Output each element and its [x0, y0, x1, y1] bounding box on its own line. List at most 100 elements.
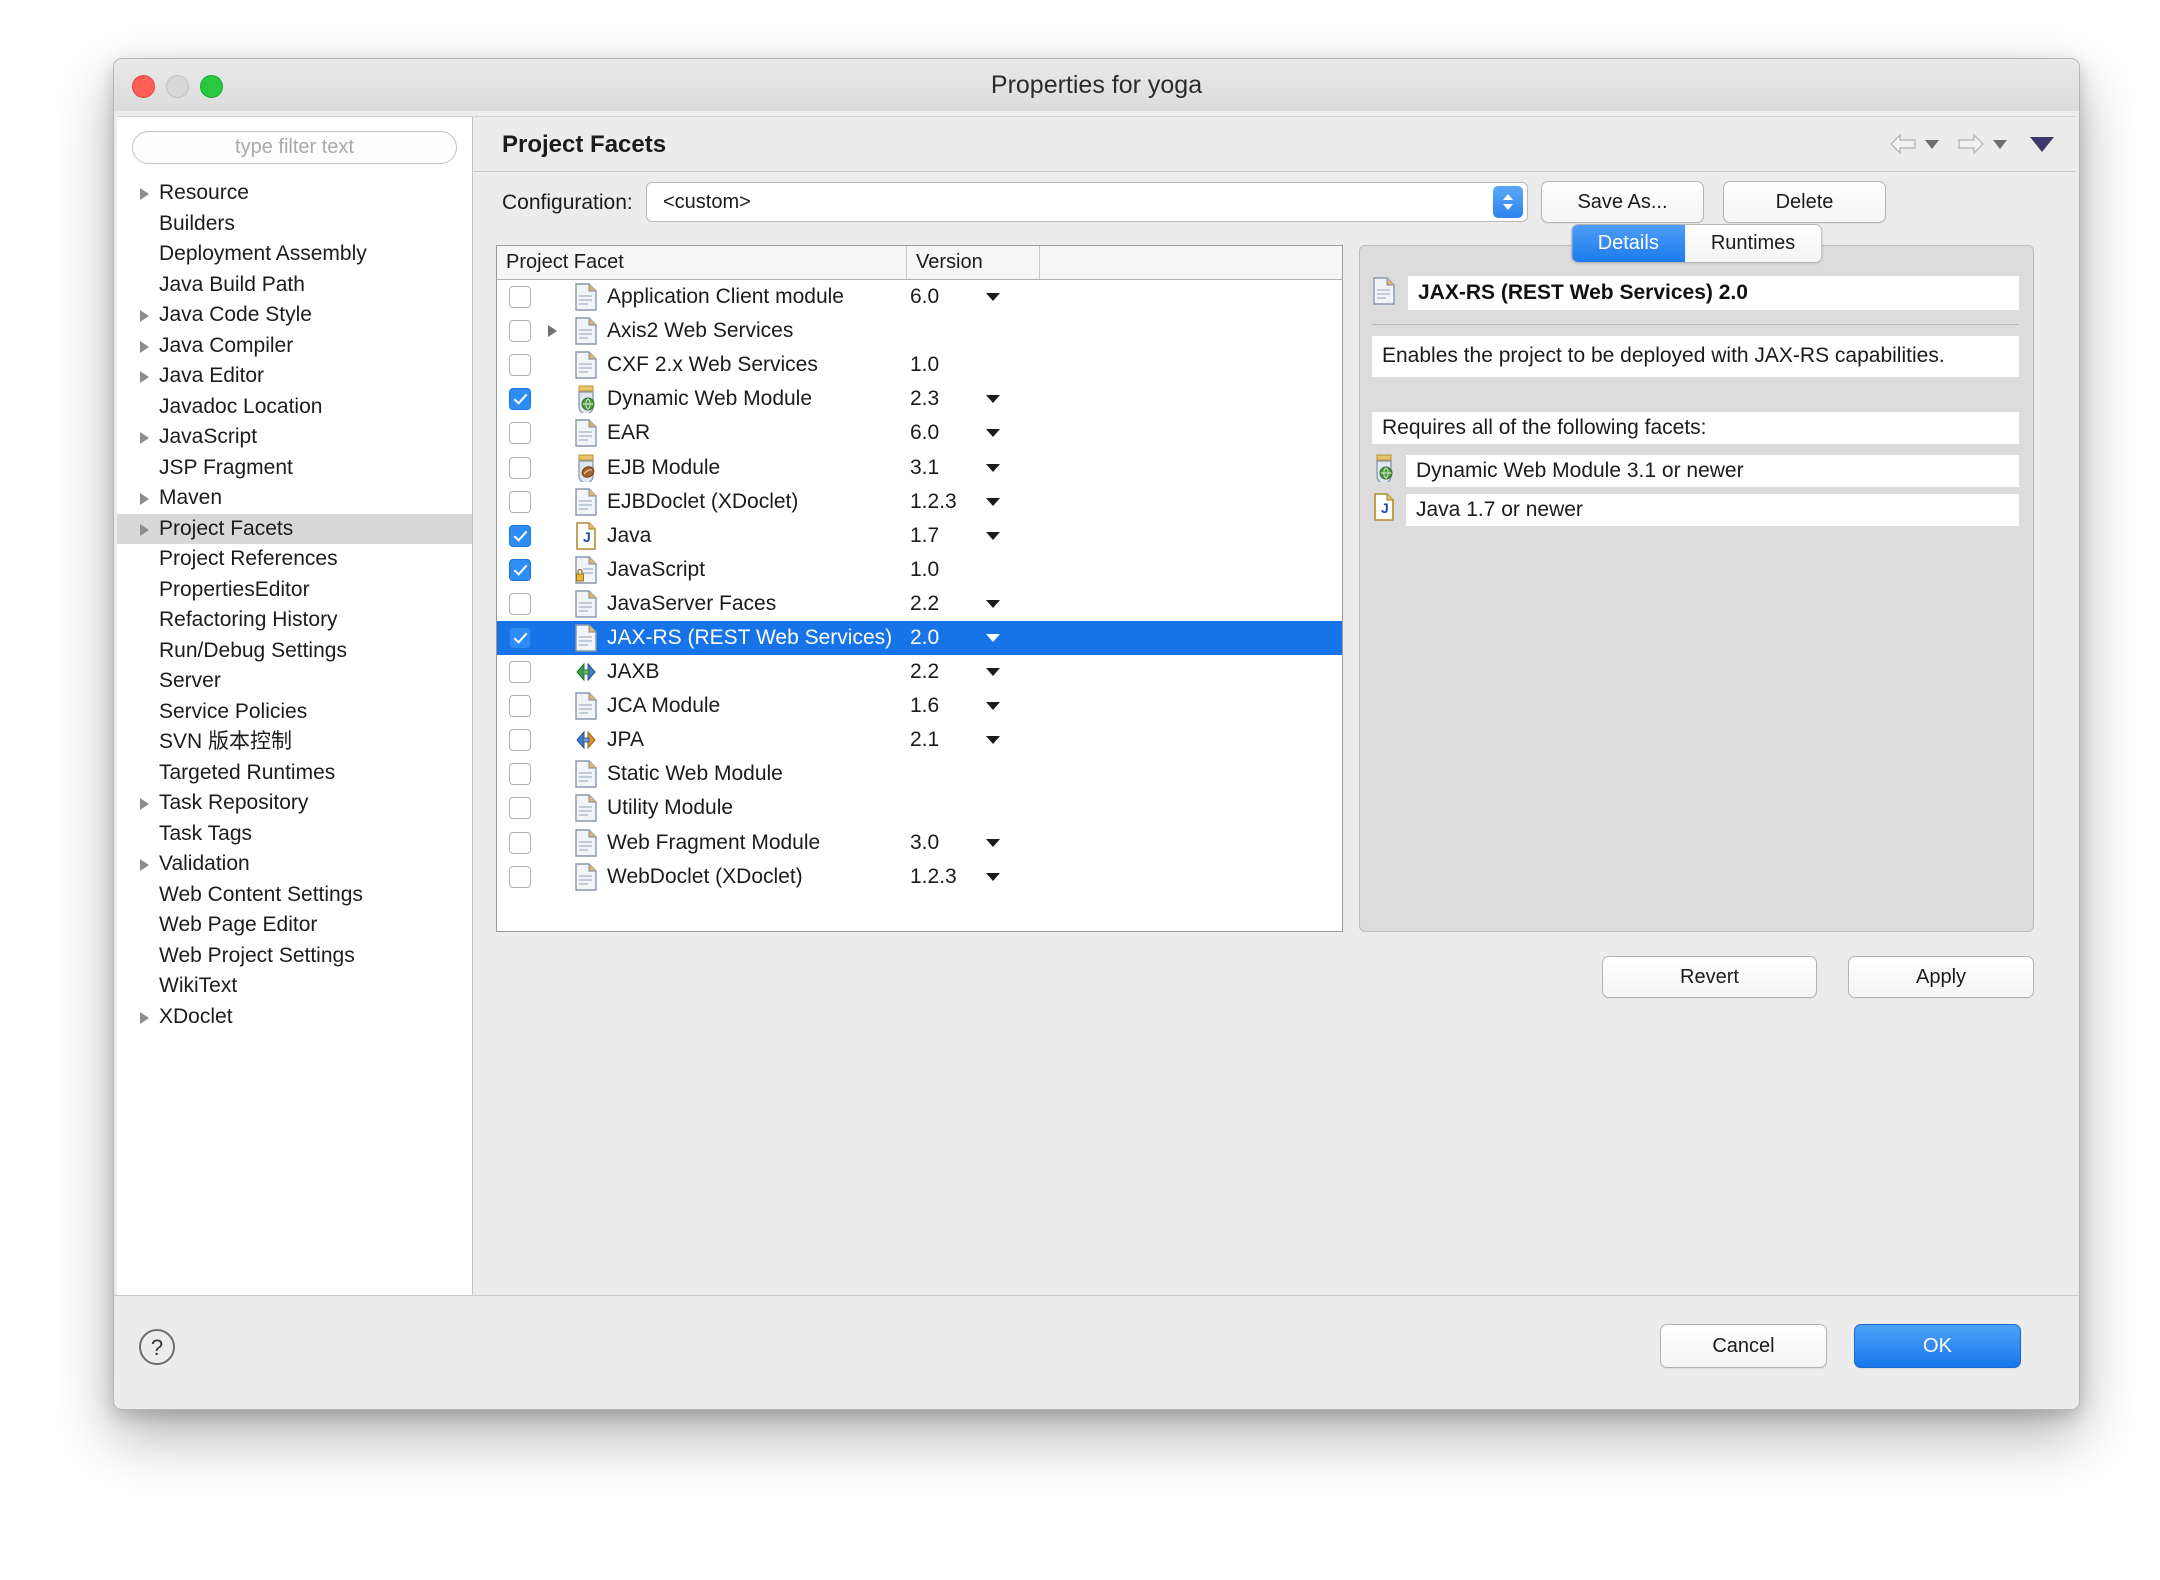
- disclosure-triangle-icon[interactable]: [140, 432, 149, 445]
- version-dropdown-caret-icon[interactable]: [986, 736, 1000, 745]
- version-dropdown-caret-icon[interactable]: [986, 633, 1000, 642]
- disclosure-triangle-icon[interactable]: [140, 493, 149, 506]
- disclosure-triangle-icon[interactable]: [140, 188, 149, 201]
- facet-checkbox[interactable]: [509, 865, 531, 888]
- back-arrow-icon[interactable]: [1888, 132, 1918, 156]
- sidebar-item-task-tags[interactable]: Task Tags: [117, 819, 472, 850]
- disclosure-triangle-icon[interactable]: [541, 325, 563, 338]
- column-header-version[interactable]: Version: [907, 246, 1040, 279]
- facet-checkbox[interactable]: [509, 524, 531, 547]
- version-dropdown-caret-icon[interactable]: [986, 872, 1000, 881]
- sidebar-item-javadoc-location[interactable]: Javadoc Location: [117, 392, 472, 423]
- facet-checkbox[interactable]: [509, 422, 531, 445]
- facet-checkbox[interactable]: [509, 320, 531, 343]
- sidebar-item-web-content-settings[interactable]: Web Content Settings: [117, 880, 472, 911]
- table-row[interactable]: EJBDoclet (XDoclet) 1.2.3: [497, 485, 1342, 519]
- disclosure-triangle-icon[interactable]: [140, 340, 149, 353]
- filter-input[interactable]: [132, 131, 457, 164]
- table-row[interactable]: EAR 6.0: [497, 416, 1342, 450]
- table-row[interactable]: JPA 2.1: [497, 723, 1342, 757]
- disclosure-triangle-icon[interactable]: [140, 1011, 149, 1024]
- table-row[interactable]: JAX-RS (REST Web Services) 2.0: [497, 620, 1342, 656]
- facet-checkbox[interactable]: [509, 388, 531, 411]
- sidebar-item-svn[interactable]: SVN 版本控制: [117, 727, 472, 758]
- sidebar-item-service-policies[interactable]: Service Policies: [117, 697, 472, 728]
- disclosure-triangle-icon[interactable]: [140, 371, 149, 384]
- table-row[interactable]: JavaServer Faces 2.2: [497, 587, 1342, 621]
- version-dropdown-caret-icon[interactable]: [986, 293, 1000, 302]
- version-dropdown-caret-icon[interactable]: [986, 702, 1000, 711]
- sidebar-item-jsp-fragment[interactable]: JSP Fragment: [117, 453, 472, 484]
- sidebar-item-server[interactable]: Server: [117, 666, 472, 697]
- table-row[interactable]: Dynamic Web Module 2.3: [497, 382, 1342, 416]
- sidebar-item-xdoclet[interactable]: XDoclet: [117, 1002, 472, 1033]
- facet-checkbox[interactable]: [509, 592, 531, 615]
- table-row[interactable]: Web Fragment Module 3.0: [497, 826, 1342, 860]
- facet-checkbox[interactable]: [509, 354, 531, 377]
- table-row[interactable]: JavaScript 1.0: [497, 553, 1342, 587]
- sidebar-item-web-page-editor[interactable]: Web Page Editor: [117, 910, 472, 941]
- sidebar-item-run-debug-settings[interactable]: Run/Debug Settings: [117, 636, 472, 667]
- sidebar-item-deployment-assembly[interactable]: Deployment Assembly: [117, 239, 472, 270]
- facet-checkbox[interactable]: [509, 763, 531, 786]
- sidebar-item-refactoring-history[interactable]: Refactoring History: [117, 605, 472, 636]
- ok-button[interactable]: OK: [1854, 1324, 2021, 1368]
- tab-details[interactable]: Details: [1571, 225, 1685, 262]
- table-row[interactable]: Axis2 Web Services: [497, 314, 1342, 348]
- column-header-facet[interactable]: Project Facet: [497, 246, 907, 279]
- table-row[interactable]: WebDoclet (XDoclet) 1.2.3: [497, 860, 1342, 894]
- back-history-caret-icon[interactable]: [1925, 139, 1939, 149]
- facet-checkbox[interactable]: [509, 661, 531, 684]
- table-row[interactable]: Static Web Module: [497, 757, 1342, 791]
- revert-button[interactable]: Revert: [1602, 956, 1817, 998]
- sidebar-item-targeted-runtimes[interactable]: Targeted Runtimes: [117, 758, 472, 789]
- view-menu-icon[interactable]: [2030, 136, 2054, 152]
- facet-checkbox[interactable]: [509, 558, 531, 581]
- apply-button[interactable]: Apply: [1848, 956, 2034, 998]
- version-dropdown-caret-icon[interactable]: [986, 497, 1000, 506]
- delete-button[interactable]: Delete: [1723, 181, 1886, 223]
- help-icon[interactable]: ?: [138, 1328, 176, 1366]
- forward-history-caret-icon[interactable]: [1993, 139, 2007, 149]
- cancel-button[interactable]: Cancel: [1660, 1324, 1827, 1368]
- forward-arrow-icon[interactable]: [1956, 132, 1986, 156]
- sidebar-item-maven[interactable]: Maven: [117, 483, 472, 514]
- chevron-updown-icon[interactable]: [1493, 186, 1523, 218]
- disclosure-triangle-icon[interactable]: [140, 523, 149, 536]
- facet-checkbox[interactable]: [509, 729, 531, 752]
- version-dropdown-caret-icon[interactable]: [986, 395, 1000, 404]
- save-as-button[interactable]: Save As...: [1541, 181, 1704, 223]
- sidebar-item-propertieseditor[interactable]: PropertiesEditor: [117, 575, 472, 606]
- table-row[interactable]: Utility Module: [497, 791, 1342, 825]
- disclosure-triangle-icon[interactable]: [140, 310, 149, 323]
- table-row[interactable]: JAXB 2.2: [497, 655, 1342, 689]
- configuration-select[interactable]: <custom>: [646, 182, 1528, 222]
- facet-checkbox[interactable]: [509, 456, 531, 479]
- facet-checkbox[interactable]: [509, 626, 531, 649]
- sidebar-item-validation[interactable]: Validation: [117, 849, 472, 880]
- sidebar-item-java-editor[interactable]: Java Editor: [117, 361, 472, 392]
- table-row[interactable]: JCA Module 1.6: [497, 689, 1342, 723]
- sidebar-item-builders[interactable]: Builders: [117, 209, 472, 240]
- version-dropdown-caret-icon[interactable]: [986, 463, 1000, 472]
- sidebar-item-web-project-settings[interactable]: Web Project Settings: [117, 941, 472, 972]
- disclosure-triangle-icon[interactable]: [140, 859, 149, 872]
- sidebar-item-task-repository[interactable]: Task Repository: [117, 788, 472, 819]
- column-header-extra[interactable]: [1040, 246, 1342, 279]
- table-row[interactable]: Application Client module 6.0: [497, 280, 1342, 314]
- version-dropdown-caret-icon[interactable]: [986, 668, 1000, 677]
- version-dropdown-caret-icon[interactable]: [986, 599, 1000, 608]
- sidebar-item-project-facets[interactable]: Project Facets: [117, 513, 472, 544]
- table-row[interactable]: EJB Module 3.1: [497, 450, 1342, 484]
- version-dropdown-caret-icon[interactable]: [986, 429, 1000, 438]
- table-row[interactable]: J Java 1.7: [497, 519, 1342, 553]
- sidebar-item-java-code-style[interactable]: Java Code Style: [117, 300, 472, 331]
- facet-checkbox[interactable]: [509, 286, 531, 309]
- sidebar-item-java-build-path[interactable]: Java Build Path: [117, 270, 472, 301]
- sidebar-item-wikitext[interactable]: WikiText: [117, 971, 472, 1002]
- sidebar-item-project-references[interactable]: Project References: [117, 544, 472, 575]
- table-row[interactable]: CXF 2.x Web Services 1.0: [497, 348, 1342, 382]
- facet-checkbox[interactable]: [509, 797, 531, 820]
- sidebar-item-resource[interactable]: Resource: [117, 178, 472, 209]
- facet-checkbox[interactable]: [509, 831, 531, 854]
